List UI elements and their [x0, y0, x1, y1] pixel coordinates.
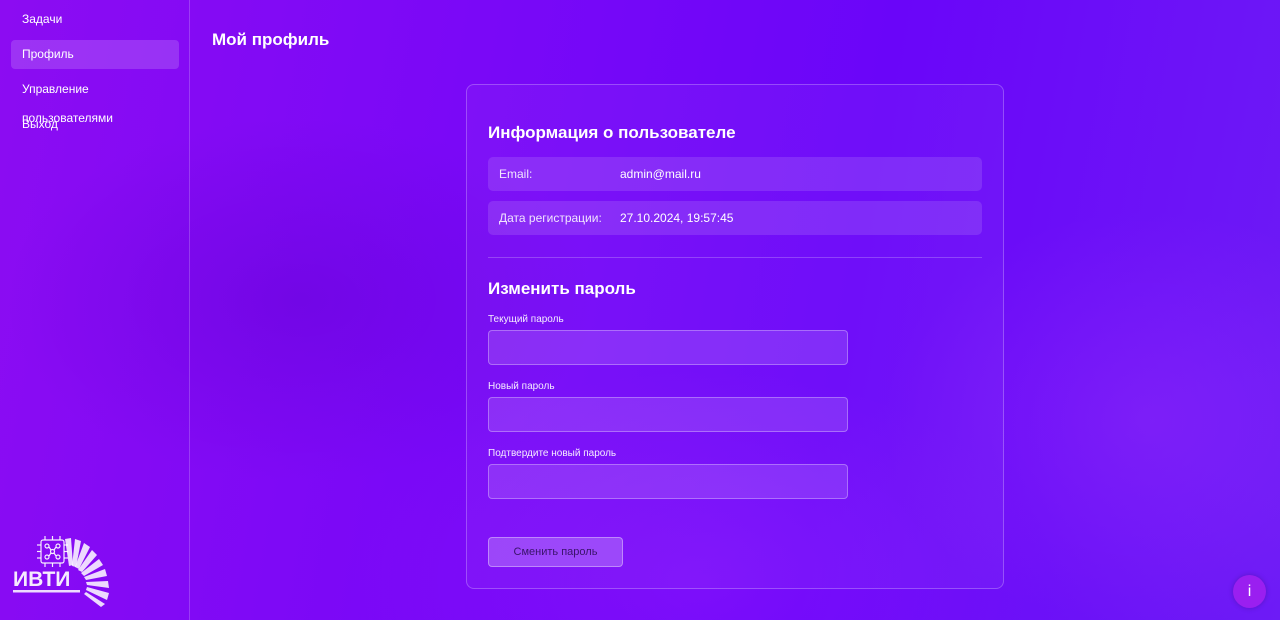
current-password-input[interactable]: [488, 330, 848, 365]
page-title: Мой профиль: [212, 30, 330, 49]
new-password-label: Новый пароль: [488, 381, 555, 392]
logo-text: ИВТИ: [13, 568, 70, 591]
profile-card: Информация о пользователе Email: admin@m…: [466, 84, 1004, 589]
new-password-input[interactable]: [488, 397, 848, 432]
ivti-logo: ИВТИ: [13, 536, 109, 607]
sidebar: Задачи Профиль Управление пользователями…: [0, 0, 190, 620]
change-password-button[interactable]: Сменить пароль: [488, 537, 623, 567]
email-row: Email: admin@mail.ru: [488, 157, 982, 191]
current-password-label: Текущий пароль: [488, 314, 564, 325]
fan-rays-icon: [65, 538, 109, 607]
confirm-password-input[interactable]: [488, 464, 848, 499]
sidebar-item-logout[interactable]: Выход: [11, 110, 179, 139]
registration-date-row: Дата регистрации: 27.10.2024, 19:57:45: [488, 201, 982, 235]
section-divider: [488, 257, 982, 258]
confirm-password-label: Подтвердите новый пароль: [488, 448, 617, 459]
change-password-title: Изменить пароль: [488, 279, 636, 298]
registration-date-value: 27.10.2024, 19:57:45: [620, 211, 734, 225]
info-help-button[interactable]: i: [1233, 575, 1266, 608]
email-value: admin@mail.ru: [620, 167, 701, 181]
sidebar-item-tasks[interactable]: Задачи: [11, 5, 179, 34]
registration-date-label: Дата регистрации:: [499, 211, 602, 225]
chip-icon: [37, 536, 68, 567]
sidebar-item-user-management[interactable]: Управление пользователями: [11, 75, 179, 125]
logo-underline: [13, 590, 80, 593]
email-label: Email:: [499, 167, 533, 181]
sidebar-item-profile[interactable]: Профиль: [11, 40, 179, 69]
user-info-title: Информация о пользователе: [488, 123, 736, 142]
